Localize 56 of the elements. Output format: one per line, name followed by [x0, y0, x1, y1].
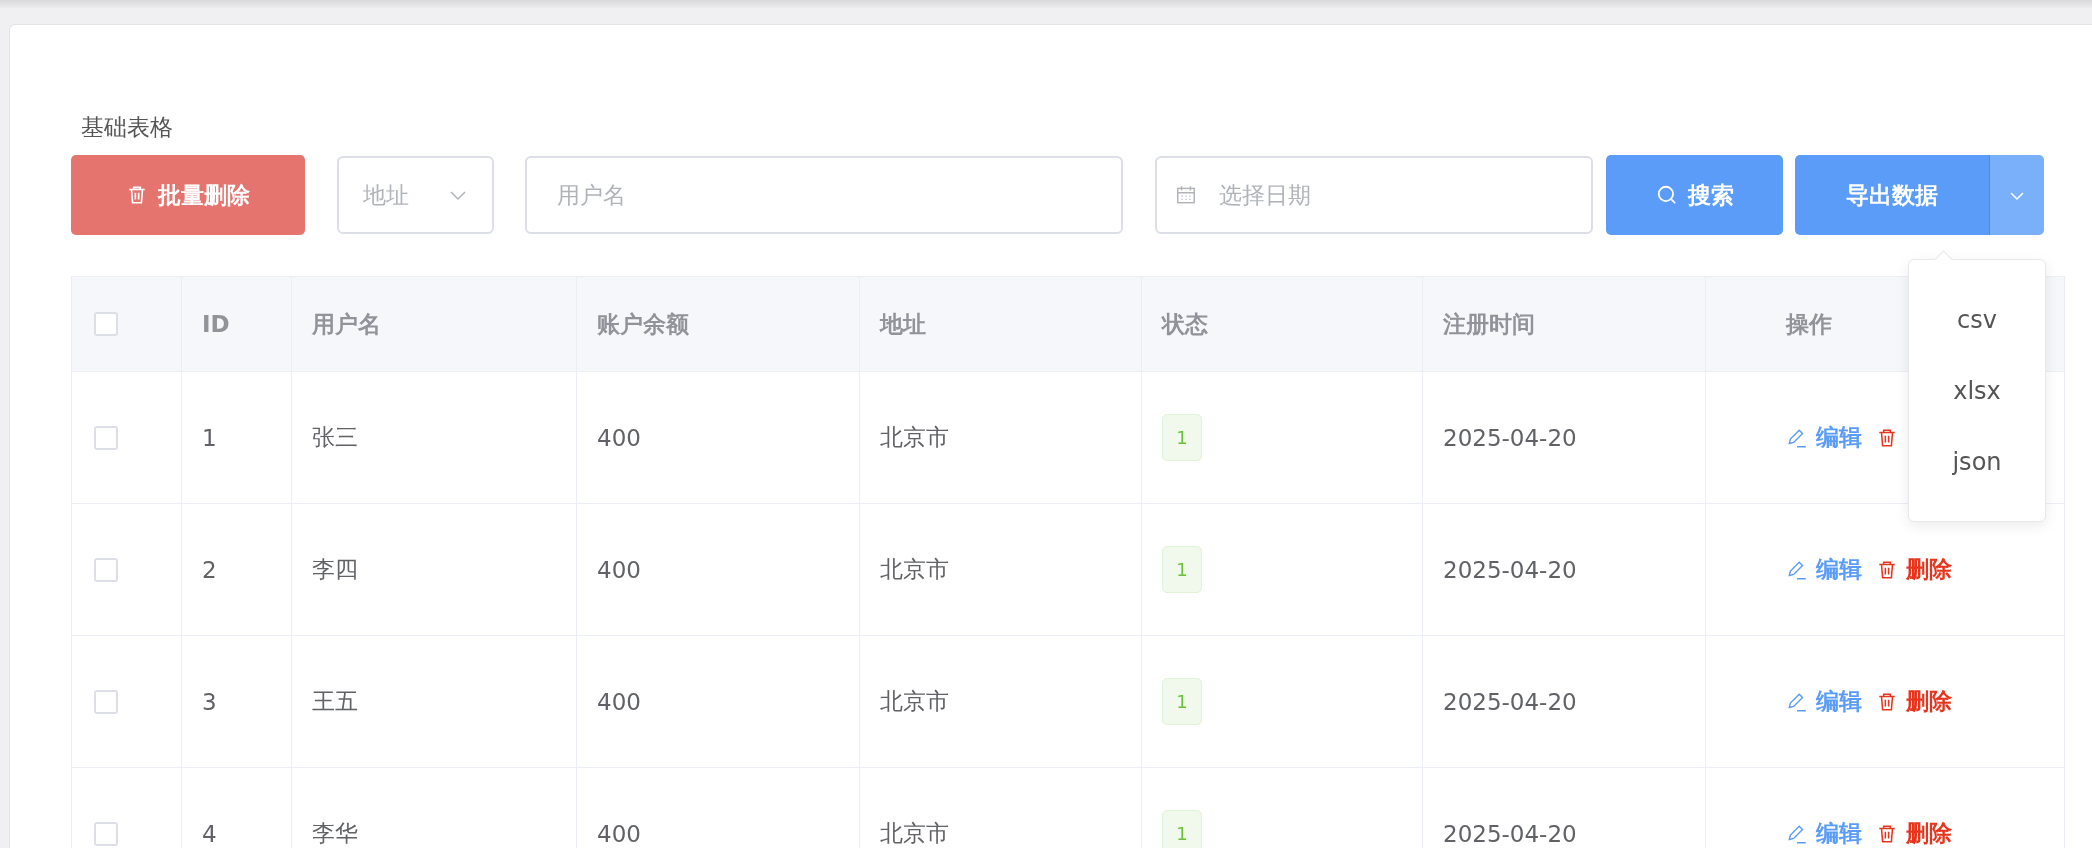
table-cell: 4 [202, 820, 217, 847]
table-cell: 2025-04-20 [1443, 556, 1577, 583]
column-header: 地址 [880, 309, 926, 339]
edit-link[interactable]: 编辑 [1786, 554, 1862, 585]
table-cell-text: 北京市 [880, 423, 949, 452]
column-header: 操作 [1786, 309, 1832, 339]
table-cell: 400 [597, 556, 641, 583]
status-tag: 1 [1162, 414, 1202, 461]
export-button[interactable]: 导出数据 [1795, 155, 1989, 235]
table-cell: 2025-04-20 [1443, 688, 1577, 715]
page-title: 基础表格 [81, 113, 174, 141]
date-picker[interactable]: 选择日期 [1155, 156, 1593, 234]
table-cell-text: 北京市 [880, 819, 949, 848]
table-cell-text: 北京市 [880, 687, 949, 716]
delete-link[interactable]: 删除 [1876, 554, 1952, 585]
table-cell: 3 [202, 688, 217, 715]
column-header: ID [202, 311, 230, 337]
menu-item[interactable]: json [1909, 426, 2045, 497]
address-select[interactable]: 地址 [337, 156, 494, 234]
checkbox[interactable] [94, 557, 118, 582]
table-cell-text: 张三 [312, 423, 358, 452]
delete-link[interactable]: 删除 [1876, 686, 1952, 717]
checkbox[interactable] [94, 689, 118, 714]
column-header: 状态 [1162, 309, 1208, 339]
checkbox[interactable] [94, 821, 118, 846]
search-button[interactable]: 搜索 [1606, 155, 1783, 235]
edit-link[interactable]: 编辑 [1786, 686, 1862, 717]
table-cell: 400 [597, 820, 641, 847]
table-cell: 400 [597, 688, 641, 715]
status-tag: 1 [1162, 678, 1202, 725]
table-cell-text: 北京市 [880, 555, 949, 584]
export-dropdown-toggle[interactable] [1989, 155, 2044, 235]
column-header: 用户名 [312, 309, 381, 339]
table-cell: 2 [202, 556, 217, 583]
delete-link[interactable]: 删除 [1876, 818, 1952, 848]
status-tag: 1 [1162, 546, 1202, 593]
checkbox[interactable] [94, 425, 118, 450]
username-input[interactable]: 用户名 [525, 156, 1123, 234]
table-cell: 2025-04-20 [1443, 424, 1577, 451]
table-cell: 400 [597, 424, 641, 451]
search-icon [1655, 184, 1678, 206]
checkbox[interactable] [94, 312, 118, 336]
edit-link[interactable]: 编辑 [1786, 422, 1862, 453]
table-cell-text: 李四 [312, 555, 358, 584]
menu-item[interactable]: xlsx [1909, 355, 2045, 426]
column-header: 账户余额 [597, 309, 689, 339]
menu-item[interactable]: csv [1909, 284, 2045, 355]
table-cell-text: 李华 [312, 819, 358, 848]
table-cell: 1 [202, 424, 217, 451]
table-cell-text: 王五 [312, 687, 358, 716]
table-cell: 2025-04-20 [1443, 820, 1577, 847]
status-tag: 1 [1162, 810, 1202, 848]
calendar-icon [1175, 184, 1197, 206]
trash-icon [126, 184, 148, 206]
edit-link[interactable]: 编辑 [1786, 818, 1862, 848]
column-header: 注册时间 [1443, 309, 1535, 339]
